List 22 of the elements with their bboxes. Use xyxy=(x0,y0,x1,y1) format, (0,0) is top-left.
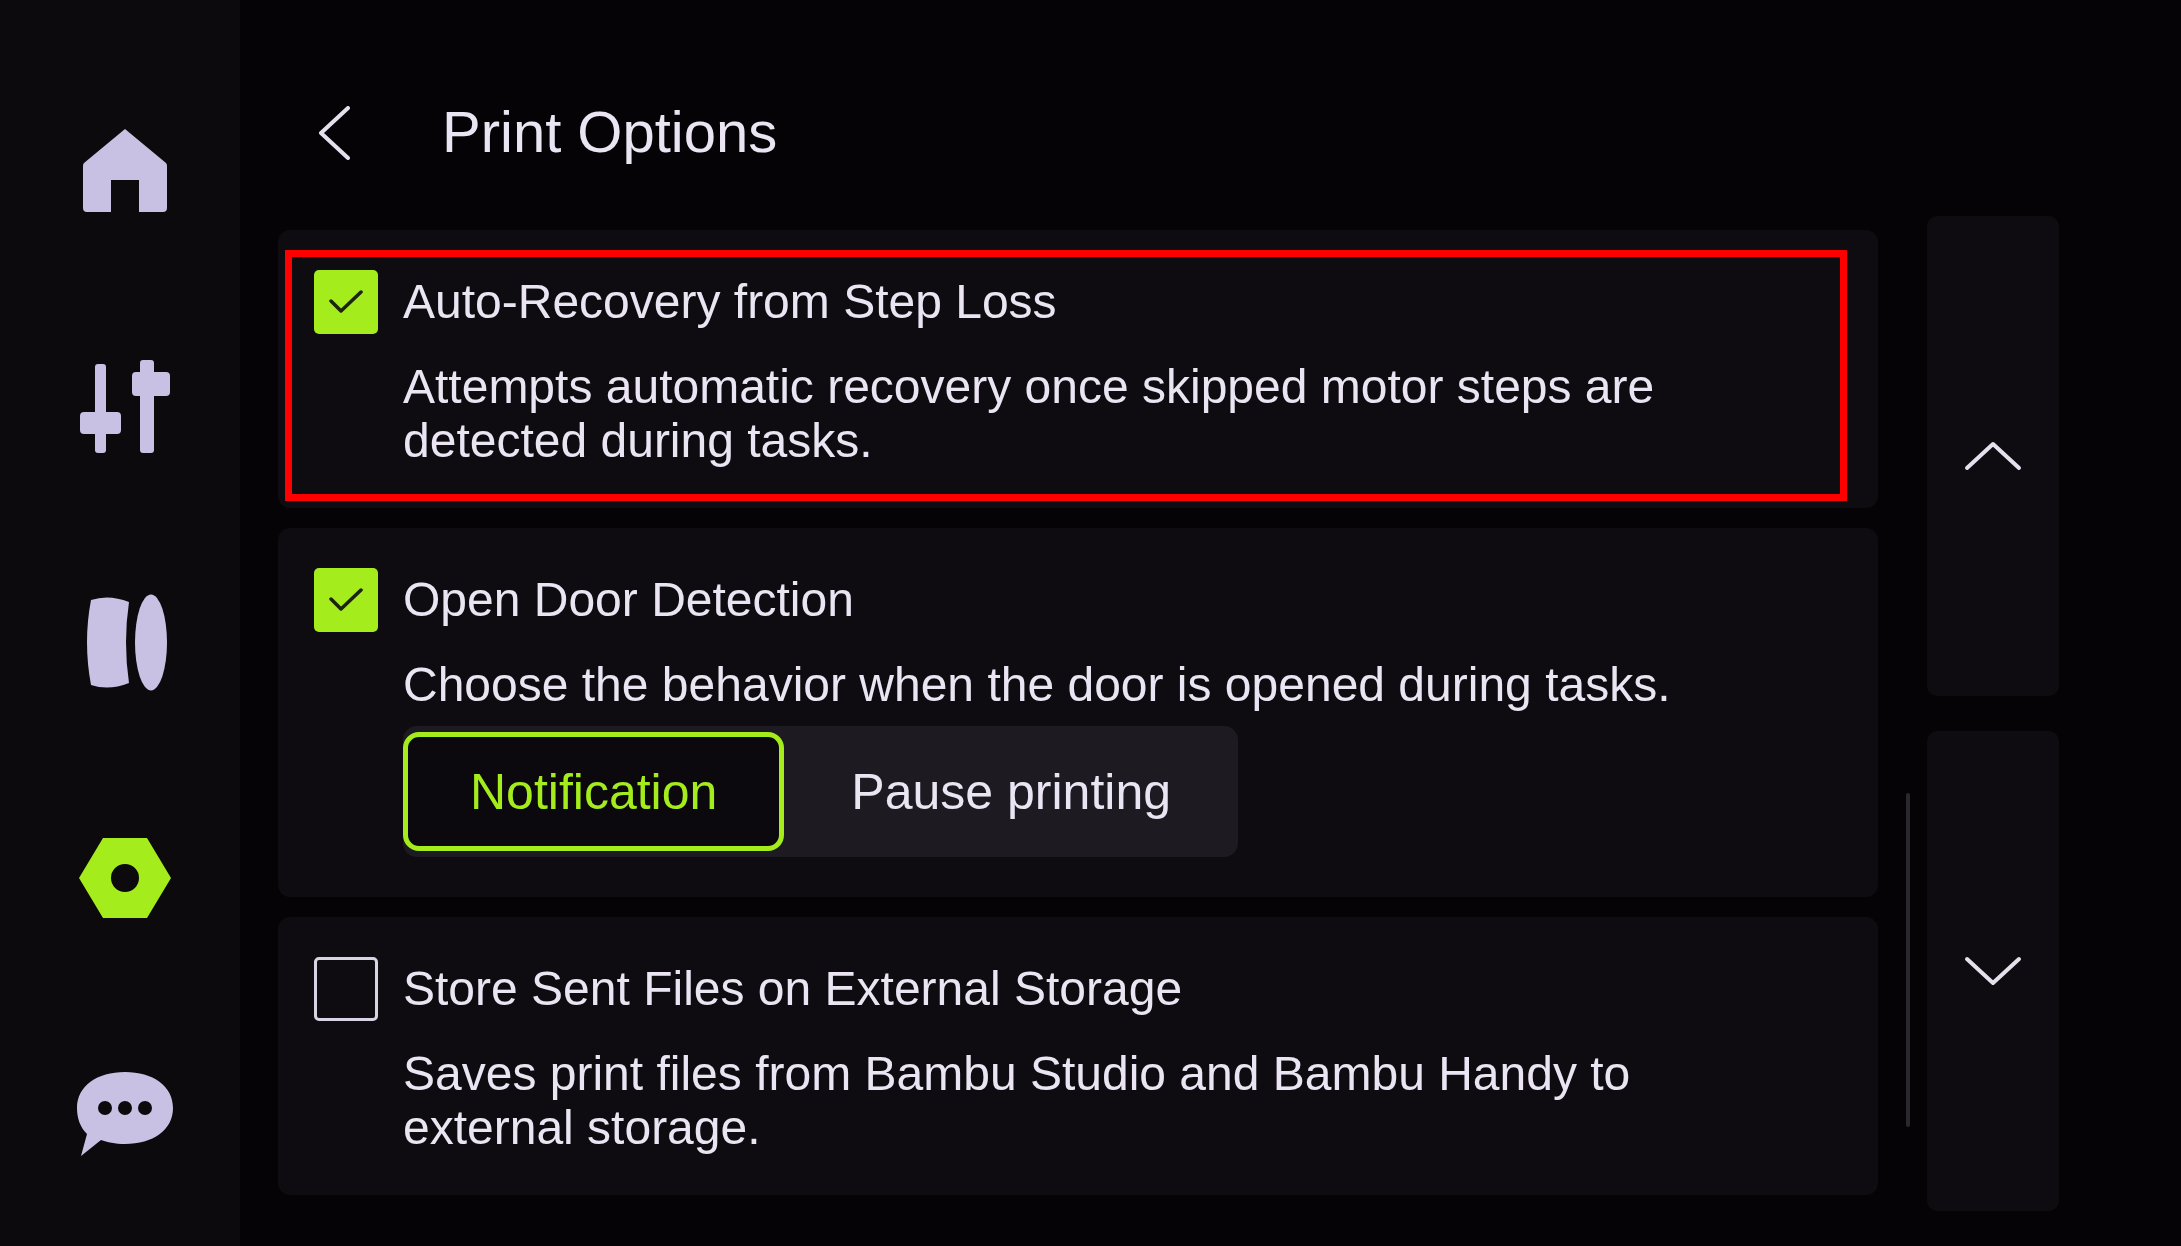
scroll-bar[interactable] xyxy=(1906,793,1910,1127)
option-description: Choose the behavior when the door is opened during tasks. xyxy=(403,658,1671,712)
home-icon[interactable] xyxy=(83,128,167,212)
back-icon[interactable] xyxy=(317,106,351,160)
option-title: Auto-Recovery from Step Loss xyxy=(403,274,1057,330)
chat-bubble-icon[interactable] xyxy=(77,1072,173,1156)
choice-button[interactable]: Notification xyxy=(403,732,785,851)
page-title: Print Options xyxy=(442,100,778,164)
option-title: Store Sent Files on External Storage xyxy=(403,961,1183,1017)
check-icon xyxy=(329,290,363,314)
check-icon xyxy=(329,588,363,612)
checkbox[interactable] xyxy=(314,568,378,632)
option-description: Saves print files from Bambu Studio and Bambu Handy to external storage. xyxy=(403,1047,1632,1155)
choice-button[interactable]: Pause printing xyxy=(784,732,1238,851)
option-title: Open Door Detection xyxy=(403,572,854,628)
option-description: Attempts automatic recovery once skipped motor steps are detected during tasks. xyxy=(403,360,1656,468)
settings-icon[interactable] xyxy=(79,838,171,918)
chevron-up-icon xyxy=(1964,441,2022,471)
checkbox[interactable] xyxy=(314,270,378,334)
checkbox[interactable] xyxy=(314,957,378,1021)
sliders-icon[interactable] xyxy=(80,359,170,453)
chevron-down-icon xyxy=(1964,956,2022,986)
